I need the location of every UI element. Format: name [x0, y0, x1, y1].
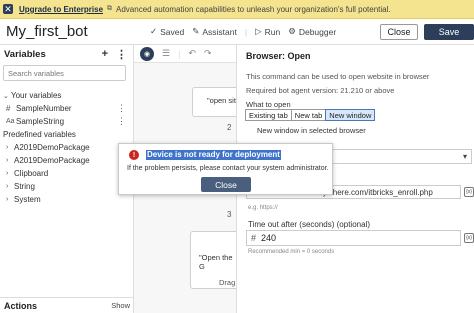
- insert-variable-icon[interactable]: {x}: [464, 187, 474, 197]
- actions-title: Actions: [4, 300, 38, 311]
- more-icon[interactable]: ⋮: [117, 116, 126, 127]
- agent-requirement: Required bot agent version: 21.210 or ab…: [246, 86, 395, 95]
- saved-status: ✓ Saved: [150, 26, 185, 37]
- redo-icon[interactable]: ↷: [204, 48, 212, 59]
- dialog-message: If the problem persists, please contact …: [127, 165, 329, 172]
- timeout-input[interactable]: # 240: [246, 230, 461, 246]
- upgrade-banner: ✕ Upgrade to Enterprise ⧉ Advanced autom…: [0, 0, 474, 19]
- insert-variable-icon[interactable]: {x}: [464, 233, 474, 243]
- search-variables-input[interactable]: [3, 65, 126, 81]
- predefined-variables-group[interactable]: Predefined variables: [0, 128, 134, 141]
- external-link-icon: ⧉: [107, 5, 113, 12]
- banner-message: Advanced automation capabilities to unle…: [116, 4, 391, 14]
- option-new-window[interactable]: New window: [325, 109, 376, 121]
- what-to-open-label: What to open: [246, 100, 291, 109]
- predefined-item[interactable]: › Clipboard: [0, 167, 134, 180]
- string-icon: Aa: [6, 118, 15, 125]
- assistant-icon: ✎: [192, 26, 200, 36]
- close-icon[interactable]: ✕: [3, 4, 13, 14]
- debugger-button[interactable]: ⚙ Debugger: [288, 26, 336, 37]
- variables-title: Variables: [4, 49, 46, 60]
- actions-bar: Actions Show: [0, 297, 134, 313]
- what-to-open-toggle: Existing tab New tab New window: [245, 109, 376, 121]
- list-view-icon[interactable]: ☰: [162, 48, 170, 59]
- step-number: 2: [227, 123, 232, 132]
- chevron-right-icon: ›: [6, 157, 9, 164]
- more-icon[interactable]: ⋮: [117, 103, 126, 114]
- divider: |: [178, 48, 181, 59]
- predefined-item[interactable]: › System: [0, 193, 134, 206]
- step-number: 3: [227, 210, 232, 219]
- error-dialog: ! Device is not ready for deployment If …: [118, 143, 333, 195]
- panel-description: This command can be used to open website…: [246, 72, 430, 81]
- chevron-right-icon: ›: [6, 183, 9, 190]
- show-actions-link[interactable]: Show: [111, 301, 130, 310]
- play-icon: ▷: [255, 26, 262, 36]
- undo-icon[interactable]: ↶: [188, 48, 196, 59]
- dialog-close-button[interactable]: Close: [201, 177, 251, 192]
- chevron-down-icon: ⌄: [3, 92, 9, 100]
- error-icon: !: [129, 150, 139, 160]
- bug-icon: ⚙: [288, 26, 296, 36]
- chevron-down-icon: ▾: [462, 152, 467, 161]
- variables-tree: ⌄ Your variables # SampleNumber ⋮ Aa Sam…: [0, 89, 134, 206]
- new-window-label: New window in selected browser: [257, 126, 366, 135]
- predefined-item[interactable]: › A2019DemoPackage: [0, 141, 134, 154]
- number-icon: #: [251, 233, 257, 243]
- timeout-recommendation: Recommended min = 0 seconds: [248, 249, 335, 255]
- upgrade-link[interactable]: Upgrade to Enterprise: [19, 5, 103, 14]
- run-button[interactable]: ▷ Run: [255, 26, 280, 37]
- option-new-tab[interactable]: New tab: [290, 109, 327, 121]
- predefined-item[interactable]: › A2019DemoPackage: [0, 154, 134, 167]
- divider: |: [244, 26, 248, 37]
- step-card[interactable]: "Open the G Drag: [190, 231, 236, 289]
- option-existing-tab[interactable]: Existing tab: [245, 109, 292, 121]
- close-button[interactable]: Close: [380, 24, 418, 40]
- save-button[interactable]: Save: [424, 24, 474, 40]
- more-icon[interactable]: ⋮: [116, 48, 127, 61]
- variable-item[interactable]: # SampleNumber ⋮: [0, 102, 134, 115]
- url-example: e.g. https://: [248, 205, 278, 211]
- variables-panel: Variables + ⋮ ⌄ Your variables # SampleN…: [0, 45, 134, 313]
- assistant-button[interactable]: ✎ Assistant: [192, 26, 237, 37]
- your-variables-group[interactable]: ⌄ Your variables: [0, 89, 134, 102]
- step-card[interactable]: "open sit: [192, 87, 236, 117]
- timeout-label: Time out after (seconds) (optional): [248, 220, 370, 229]
- panel-title: Browser: Open: [246, 51, 311, 61]
- variable-item[interactable]: Aa SampleString ⋮: [0, 115, 134, 128]
- chevron-right-icon: ›: [6, 144, 9, 151]
- chevron-right-icon: ›: [6, 170, 9, 177]
- flow-view-icon[interactable]: ◉: [140, 46, 154, 61]
- canvas-toolbar: ◉ ☰ | ↶ ↷: [134, 45, 236, 63]
- bot-title: My_first_bot: [6, 23, 88, 40]
- add-variable-icon[interactable]: +: [102, 48, 108, 61]
- toolbar: ✓ Saved ✎ Assistant | ▷ Run ⚙ Debugger: [150, 26, 336, 37]
- number-icon: #: [6, 104, 11, 113]
- dialog-title: Device is not ready for deployment: [146, 150, 281, 160]
- title-bar: My_first_bot ✓ Saved ✎ Assistant | ▷ Run ⚙ D…: [0, 19, 474, 45]
- chevron-right-icon: ›: [6, 196, 9, 203]
- predefined-item[interactable]: › String: [0, 180, 134, 193]
- check-icon: ✓: [150, 26, 158, 36]
